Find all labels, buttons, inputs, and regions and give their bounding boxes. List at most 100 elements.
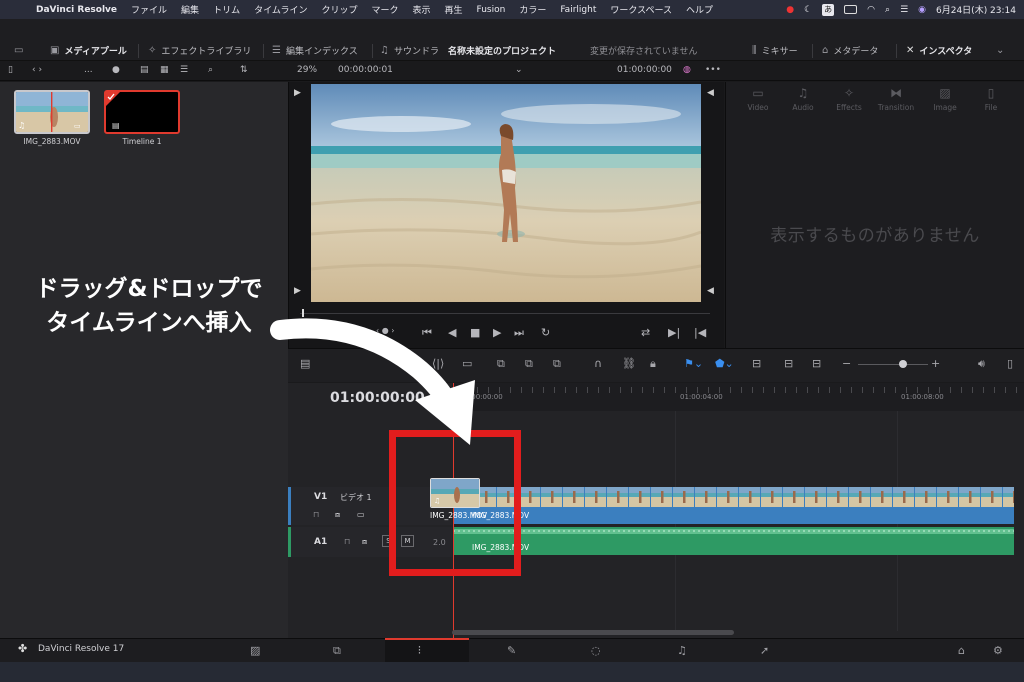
inspector-button[interactable]: ✕ インスペクタ (906, 43, 972, 57)
menu-fairlight[interactable]: Fairlight (560, 5, 596, 15)
siri-icon[interactable]: ◉ (918, 5, 926, 15)
control-center-icon[interactable]: ☰ (900, 5, 908, 15)
timeline-label: Timeline 1 (122, 137, 162, 146)
inspector-tab-video[interactable]: ▭ Video (735, 86, 781, 112)
inspector-tab-transition[interactable]: ⧓ Transition (873, 86, 919, 112)
media-page-icon[interactable]: ▨ (250, 644, 260, 657)
viewer-in-icon[interactable]: ▶ (294, 88, 301, 98)
beach-scene-image (311, 84, 701, 302)
menu-fusion[interactable]: Fusion (477, 5, 506, 15)
input-method-icon[interactable]: あ (822, 3, 835, 16)
match-frame-icon[interactable]: ⇄ (641, 326, 650, 339)
search-icon[interactable]: ⌕ (208, 65, 213, 75)
menu-file[interactable]: ファイル (131, 3, 167, 16)
viewer-prev-icon[interactable]: ▶ (294, 286, 301, 296)
timeline-icon: ▤ (112, 121, 120, 130)
menu-help[interactable]: ヘルプ (686, 3, 713, 16)
menu-edit[interactable]: 編集 (181, 3, 199, 16)
monitor-icon[interactable]: ▭ (14, 43, 23, 57)
collapse-icon[interactable]: ⌄ (996, 43, 1004, 57)
position-lock-icon[interactable]: 🔒︎ (650, 357, 656, 371)
menu-timeline[interactable]: タイムライン (254, 3, 307, 16)
inspector-tab-image[interactable]: ▨ Image (922, 86, 968, 112)
effects-library-button[interactable]: ✧ エフェクトライブラリ (148, 43, 251, 57)
fairlight-page-icon[interactable]: ♫ (677, 644, 687, 657)
list-view-icon[interactable]: ☰ (180, 65, 188, 75)
panel-toggle-icon[interactable]: ▯ (8, 65, 13, 75)
track-visibility-icon[interactable]: ▭ (357, 510, 365, 519)
audio-auto-select-icon[interactable]: ⧈ (362, 537, 367, 547)
lock-icon[interactable]: ⊓ (313, 510, 319, 519)
speaker-icon[interactable]: 🔊︎ (978, 357, 985, 371)
menu-view[interactable]: 表示 (412, 3, 430, 16)
auto-select-icon[interactable]: ⧈ (335, 510, 340, 520)
mixer-button[interactable]: ⫼ ミキサー (752, 43, 798, 57)
loop-icon[interactable]: ↻ (541, 326, 550, 339)
audio-meter-icon[interactable]: ▯ (1007, 357, 1013, 370)
battery-icon[interactable] (844, 5, 858, 14)
deliver-page-icon[interactable]: ➚ (760, 644, 769, 657)
grid-view-icon[interactable]: ▦ (160, 65, 169, 75)
mixer-icon: ⫼ (752, 44, 757, 56)
wifi-icon[interactable]: ◠ (867, 5, 875, 15)
menu-clip[interactable]: クリップ (321, 3, 357, 16)
video-track-name[interactable]: ビデオ 1 (340, 492, 372, 503)
menu-playback[interactable]: 再生 (445, 3, 463, 16)
menu-workspace[interactable]: ワークスペース (610, 3, 672, 16)
creative-cloud-icon[interactable]: ● (786, 5, 794, 15)
video-clip-filmstrip (453, 487, 1014, 507)
zoom-level[interactable]: 29% (297, 65, 317, 75)
thumbnail-view-icon[interactable]: ▤ (140, 65, 149, 75)
link-icon[interactable]: ⛓ (622, 357, 636, 370)
viewer-dropdown-icon[interactable]: ⌄ (515, 65, 523, 75)
zoom-out-icon[interactable]: − (842, 357, 851, 370)
mixer-label: ミキサー (761, 46, 798, 57)
viewer-next-icon[interactable]: ◀ (707, 286, 714, 296)
viewer-frame[interactable] (311, 84, 701, 302)
inspector-tab-file[interactable]: ▯ File (968, 86, 1014, 112)
sort-icon[interactable]: ⇅ (240, 65, 248, 75)
menu-mark[interactable]: マーク (371, 3, 398, 16)
inspector-tab-effects[interactable]: ✧ Effects (826, 86, 872, 112)
next-edit-icon[interactable]: ▶| (668, 326, 680, 339)
zoom-detail-icon[interactable]: ⊟ (784, 357, 793, 370)
flag-icon[interactable]: ⚑⌄ (684, 357, 703, 370)
audio-clip[interactable] (453, 527, 1014, 555)
spotlight-icon[interactable]: ⌕ (885, 5, 890, 15)
moon-icon[interactable]: ☾ (804, 5, 812, 15)
snapping-icon[interactable]: ∩ (594, 357, 602, 370)
fusion-page-icon[interactable]: ✎ (507, 644, 516, 657)
menu-clock[interactable]: 6月24日(木) 23:14 (936, 3, 1016, 16)
settings-gear-icon[interactable]: ⚙ (993, 644, 1003, 657)
viewer-more-icon[interactable]: ••• (705, 65, 721, 75)
media-clip-label: IMG_2883.MOV (23, 137, 81, 146)
metadata-button[interactable]: ⌂ メタデータ (822, 43, 878, 57)
prev-edit-icon[interactable]: |◀ (694, 326, 706, 339)
slider-dot-icon[interactable]: ● (112, 65, 120, 75)
viewer-out-icon[interactable]: ◀ (707, 88, 714, 98)
zoom-slider-handle[interactable] (899, 360, 907, 368)
inspector-tab-audio[interactable]: ♫ Audio (780, 86, 826, 112)
home-icon[interactable]: ⌂ (958, 644, 965, 657)
edit-index-button[interactable]: ☰ 編集インデックス (272, 43, 358, 57)
replace-clip-icon[interactable]: ⧉ (553, 357, 561, 371)
marker-icon[interactable]: ⬟⌄ (715, 357, 734, 370)
more-options[interactable]: ... (84, 65, 93, 75)
timeline-scrollbar[interactable] (452, 630, 734, 635)
edit-page-icon[interactable]: ⫶ (418, 644, 421, 658)
media-pool-button[interactable]: ▣ メディアプール (50, 43, 127, 57)
zoom-custom-icon[interactable]: ⊟ (812, 357, 821, 370)
color-page-icon[interactable]: ◌ (591, 644, 601, 657)
zoom-full-icon[interactable]: ⊟ (752, 357, 761, 370)
sound-library-button[interactable]: ♫ サウンドラ (380, 43, 439, 57)
menu-color[interactable]: カラー (519, 3, 546, 16)
zoom-slider-track[interactable] (858, 364, 928, 365)
menu-trim[interactable]: トリム (213, 3, 240, 16)
color-wheel-icon[interactable]: ◍ (683, 65, 691, 75)
nav-arrows-icon[interactable]: ‹ › (32, 65, 42, 75)
menu-app-name[interactable]: DaVinci Resolve (36, 5, 117, 15)
audio-lock-icon[interactable]: ⊓ (344, 537, 350, 546)
zoom-in-icon[interactable]: + (931, 357, 940, 370)
timeline-thumbnail[interactable]: ▤ (104, 90, 180, 134)
cut-page-icon[interactable]: ⧉ (333, 644, 341, 658)
